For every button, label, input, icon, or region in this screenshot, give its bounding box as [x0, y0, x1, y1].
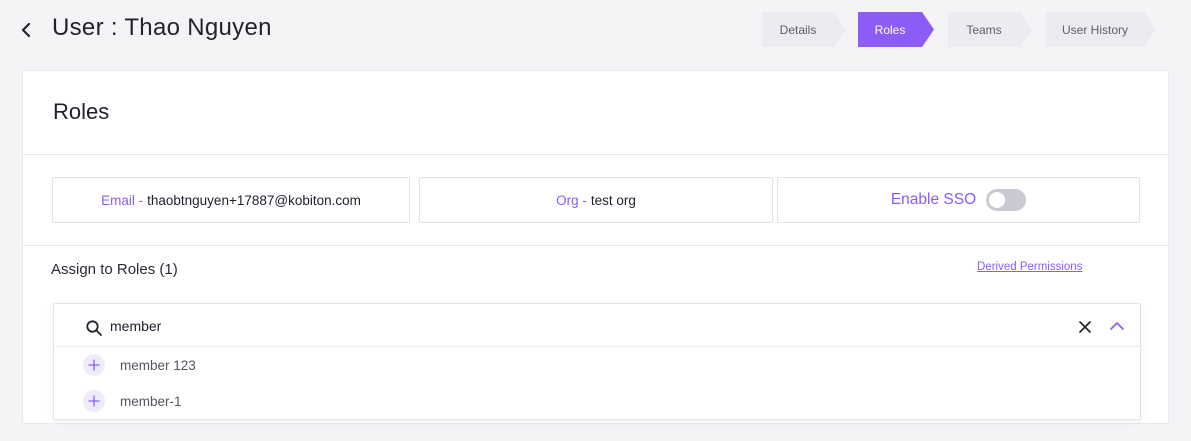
divider [23, 245, 1168, 246]
roles-card: Roles Email - thaobtnguyen+17887@kobiton… [22, 70, 1169, 424]
page-title: User : Thao Nguyen [52, 14, 272, 41]
tab-details[interactable]: Details [762, 12, 846, 47]
back-button[interactable] [14, 18, 38, 42]
role-search-dropdown: member 123 member-1 [53, 303, 1141, 420]
plus-icon[interactable] [83, 390, 105, 412]
org-box: Org - test org [419, 177, 773, 223]
email-value: thaobtnguyen+17887@kobiton.com [147, 192, 361, 208]
derived-permissions-link[interactable]: Derived Permissions [977, 261, 1082, 273]
tab-teams[interactable]: Teams [948, 12, 1032, 47]
option-label: member-1 [120, 393, 182, 409]
tab-user-history[interactable]: User History [1046, 12, 1156, 47]
close-icon[interactable] [1078, 320, 1092, 334]
card-title: Roles [53, 99, 110, 124]
sso-label: Enable SSO [890, 191, 977, 208]
list-item[interactable]: member-1 [54, 384, 1140, 418]
divider [23, 154, 1168, 155]
org-label: Org - [556, 192, 587, 208]
role-search-input[interactable] [110, 314, 1010, 338]
option-label: member 123 [120, 357, 196, 373]
search-row [54, 304, 1140, 347]
assign-roles-label: Assign to Roles (1) [51, 261, 178, 278]
org-value: test org [590, 192, 636, 208]
toggle-knob [989, 192, 1006, 208]
plus-icon[interactable] [83, 354, 105, 376]
search-icon [86, 320, 102, 336]
sso-box: Enable SSO [777, 177, 1140, 223]
email-label: Email - [101, 192, 144, 208]
chevron-left-icon [21, 22, 31, 38]
tab-roles[interactable]: Roles [858, 12, 934, 47]
sso-toggle[interactable] [986, 189, 1027, 211]
list-item[interactable]: member 123 [54, 348, 1140, 382]
email-box: Email - thaobtnguyen+17887@kobiton.com [52, 177, 410, 223]
chevron-up-icon[interactable] [1109, 320, 1125, 332]
